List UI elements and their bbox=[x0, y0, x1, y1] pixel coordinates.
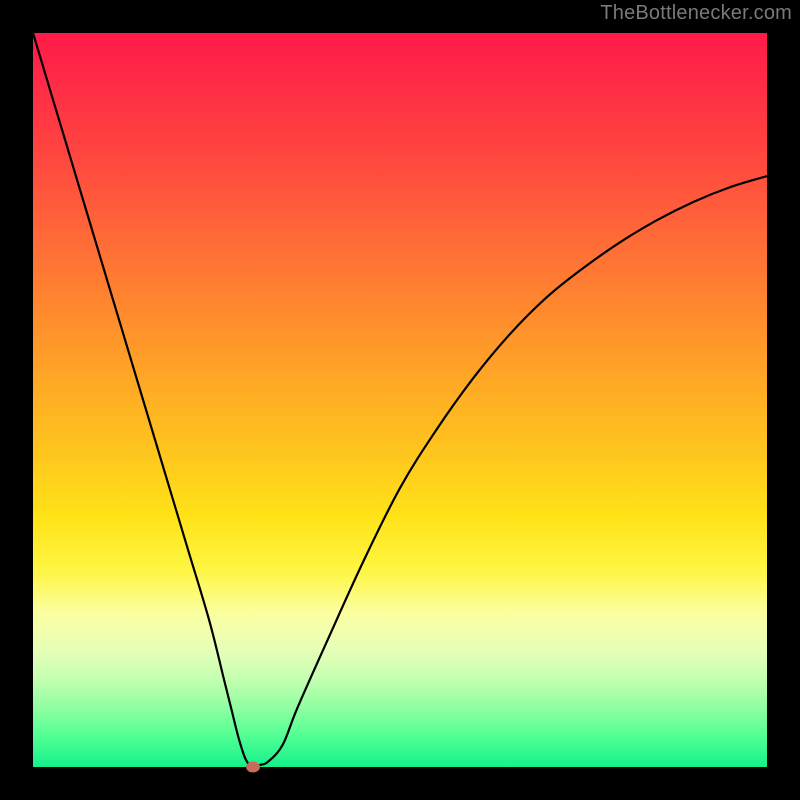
plot-area bbox=[33, 33, 767, 767]
watermark-text: TheBottlenecker.com bbox=[600, 2, 792, 25]
bottleneck-curve-line bbox=[33, 33, 767, 767]
chart-frame: TheBottlenecker.com bbox=[0, 0, 800, 800]
curve-svg bbox=[33, 33, 767, 767]
optimal-point-marker bbox=[246, 762, 260, 773]
